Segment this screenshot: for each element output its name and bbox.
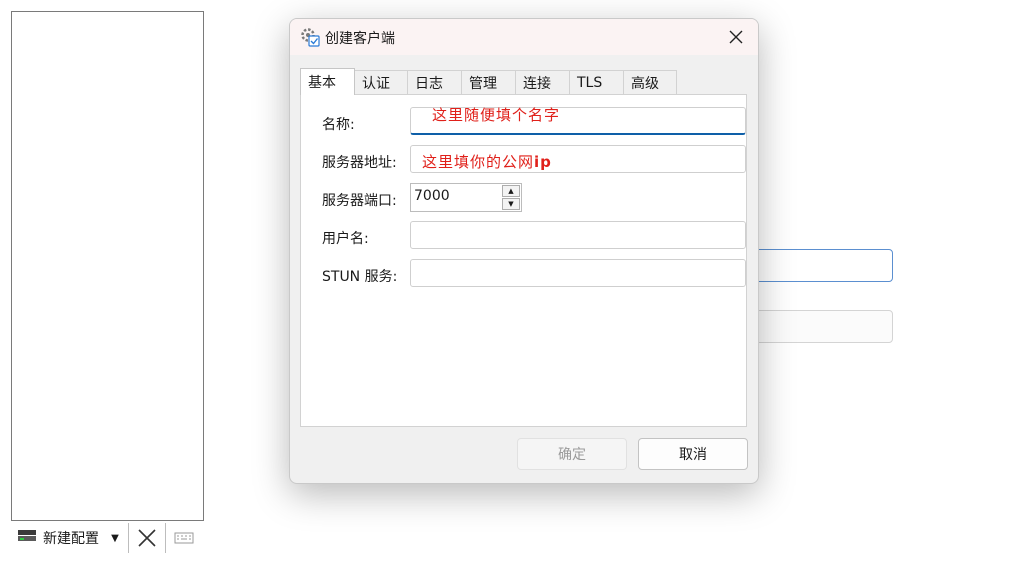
decrement-arrow-icon[interactable]: ▼ [502,198,520,210]
tab-basic[interactable]: 基本 [300,68,355,95]
config-list[interactable] [11,11,204,521]
delete-icon[interactable] [132,523,162,553]
background-input[interactable] [752,249,893,282]
tab-auth[interactable]: 认证 [354,70,408,94]
name-label: 名称: [322,117,355,133]
background-input[interactable] [752,310,893,343]
new-config-button[interactable]: 新建配置 [11,523,105,553]
name-hint-annotation: 这里随便填个名字 [432,106,561,124]
tab-admin[interactable]: 管理 [461,70,516,94]
increment-arrow-icon[interactable]: ▲ [502,185,520,197]
close-icon [729,30,743,44]
username-input[interactable] [410,221,746,249]
ok-button[interactable]: 确定 [517,438,627,470]
tab-strip: 基本 认证 日志 管理 连接 TLS 高级 [300,68,677,95]
tab-advanced[interactable]: 高级 [623,70,677,94]
cancel-button[interactable]: 取消 [638,438,748,470]
new-config-label: 新建配置 [43,531,99,547]
stun-server-input[interactable] [410,259,746,287]
tab-tls[interactable]: TLS [569,70,624,94]
toolbar-divider [165,523,166,553]
tab-connection[interactable]: 连接 [515,70,570,94]
basic-tab-panel: 名称: 这里随便填个名字 服务器地址: 这里填你的公网ip 服务器端口: 700… [300,94,747,427]
dialog-titlebar: 创建客户端 [290,19,758,55]
settings-icon [300,27,320,47]
bottom-toolbar: 新建配置 ▼ [11,522,199,554]
server-port-stepper[interactable]: 7000 ▲ ▼ [410,183,522,212]
server-port-label: 服务器端口: [322,193,397,209]
username-label: 用户名: [322,231,369,247]
create-client-dialog: 创建客户端 基本 认证 日志 管理 连接 TLS 高级 名称: 这里随便填个名字… [289,18,759,484]
keyboard-icon[interactable] [169,523,199,553]
new-config-icon [17,529,37,547]
server-address-hint-annotation: 这里填你的公网ip [422,153,552,171]
server-port-value[interactable]: 7000 [414,188,450,204]
dialog-title: 创建客户端 [325,31,395,47]
close-button[interactable] [714,19,758,55]
chevron-down-icon[interactable]: ▼ [105,523,125,553]
stun-server-label: STUN 服务: [322,269,398,285]
tab-log[interactable]: 日志 [407,70,462,94]
toolbar-divider [128,523,129,553]
server-address-label: 服务器地址: [322,155,397,171]
